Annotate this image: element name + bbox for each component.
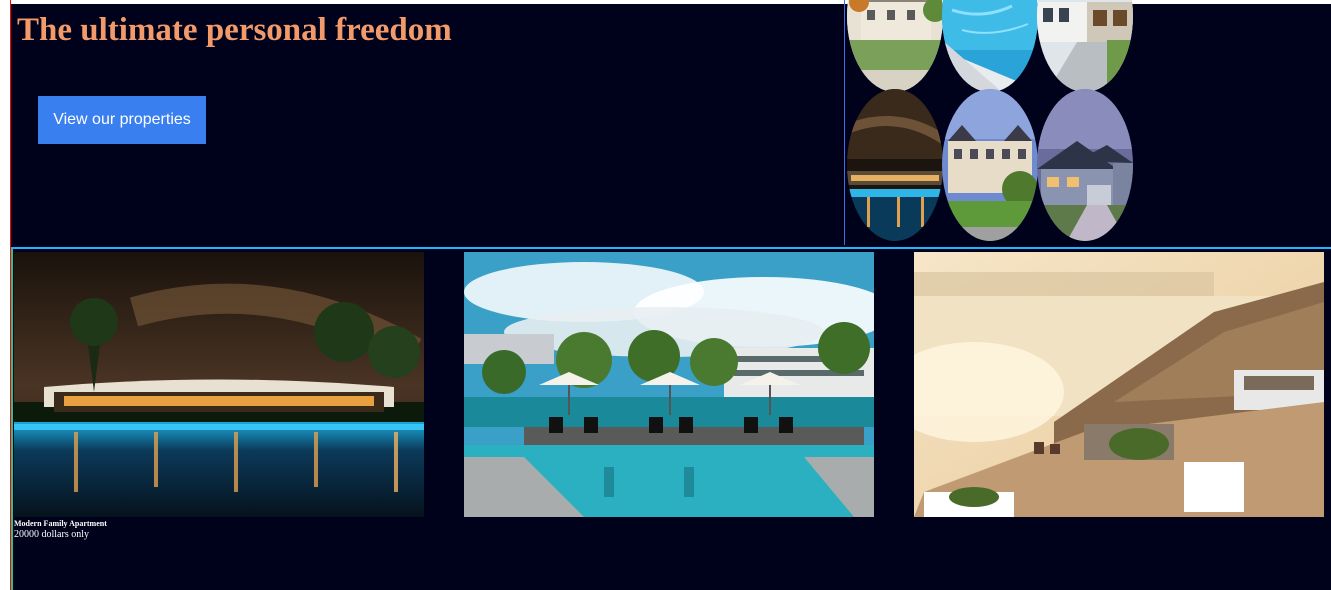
listing-card[interactable]: Modern Family Apartment 20000 dollars on… — [14, 252, 424, 540]
page: The ultimate personal freedom View our p… — [0, 0, 1331, 590]
hero-title: The ultimate personal freedom — [17, 12, 452, 48]
gallery-photo-white-villa[interactable] — [1037, 0, 1133, 92]
hero-oval-gallery — [844, 0, 1134, 245]
gallery-photo-night-resort[interactable] — [847, 89, 943, 241]
listing-photo-resort-pool-night[interactable] — [14, 252, 424, 517]
listing-title: Modern Family Apartment — [14, 519, 107, 528]
listing-photo-hotel-pool-daytime[interactable] — [464, 252, 874, 517]
listing-card[interactable] — [914, 252, 1324, 517]
listings-section: Modern Family Apartment 20000 dollars on… — [11, 249, 1331, 590]
listing-photo-cliffside-terrace[interactable] — [914, 252, 1324, 517]
listing-card[interactable] — [464, 252, 874, 517]
gallery-photo-modern-house[interactable] — [1037, 89, 1133, 241]
hero-section: The ultimate personal freedom View our p… — [11, 0, 1331, 249]
gallery-photo-victorian-mansion[interactable] — [942, 89, 1038, 241]
listing-price: 20000 dollars only — [14, 529, 89, 540]
view-properties-button[interactable]: View our properties — [38, 96, 206, 144]
gallery-photo-pool-corner[interactable] — [942, 0, 1038, 92]
gallery-photo-suburban-house[interactable] — [847, 0, 943, 92]
